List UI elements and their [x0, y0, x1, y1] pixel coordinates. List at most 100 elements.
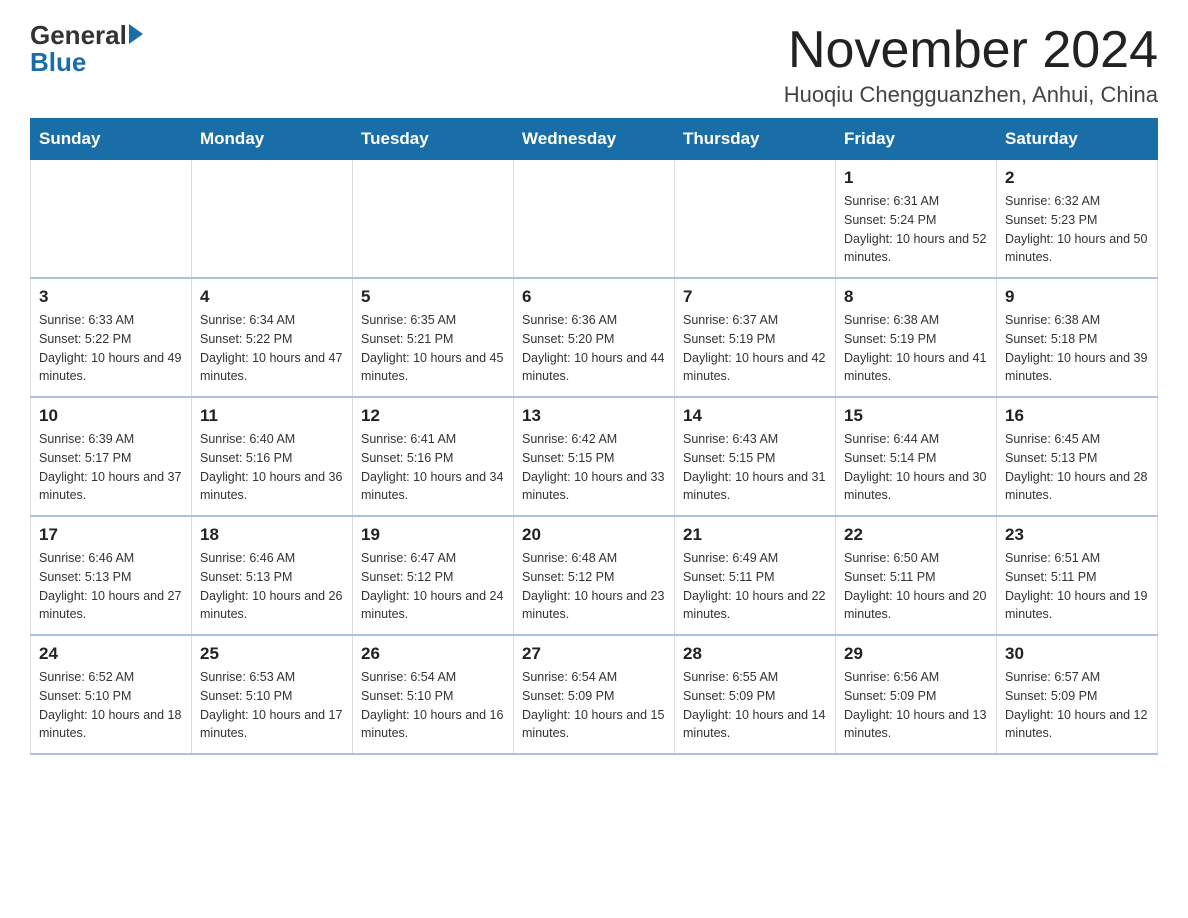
day-number: 23	[1005, 525, 1149, 545]
calendar-week-4: 17 Sunrise: 6:46 AMSunset: 5:13 PMDayligh…	[31, 516, 1158, 635]
day-number: 30	[1005, 644, 1149, 664]
day-number: 25	[200, 644, 344, 664]
day-number: 26	[361, 644, 505, 664]
day-info: Sunrise: 6:42 AMSunset: 5:15 PMDaylight:…	[522, 430, 666, 505]
day-info: Sunrise: 6:56 AMSunset: 5:09 PMDaylight:…	[844, 668, 988, 743]
day-number: 2	[1005, 168, 1149, 188]
day-info: Sunrise: 6:55 AMSunset: 5:09 PMDaylight:…	[683, 668, 827, 743]
day-info: Sunrise: 6:35 AMSunset: 5:21 PMDaylight:…	[361, 311, 505, 386]
day-number: 11	[200, 406, 344, 426]
header-monday: Monday	[192, 119, 353, 160]
day-info: Sunrise: 6:57 AMSunset: 5:09 PMDaylight:…	[1005, 668, 1149, 743]
logo-blue-text: Blue	[30, 47, 143, 78]
day-number: 15	[844, 406, 988, 426]
day-info: Sunrise: 6:33 AMSunset: 5:22 PMDaylight:…	[39, 311, 183, 386]
calendar-cell: 20 Sunrise: 6:48 AMSunset: 5:12 PMDayligh…	[514, 516, 675, 635]
day-info: Sunrise: 6:36 AMSunset: 5:20 PMDaylight:…	[522, 311, 666, 386]
logo-arrow-icon	[129, 24, 143, 44]
title-block: November 2024 Huoqiu Chengguanzhen, Anhu…	[784, 20, 1158, 108]
day-number: 20	[522, 525, 666, 545]
calendar-cell: 29 Sunrise: 6:56 AMSunset: 5:09 PMDayligh…	[836, 635, 997, 754]
calendar-cell: 9 Sunrise: 6:38 AMSunset: 5:18 PMDaylight…	[997, 278, 1158, 397]
calendar-week-2: 3 Sunrise: 6:33 AMSunset: 5:22 PMDaylight…	[31, 278, 1158, 397]
day-info: Sunrise: 6:38 AMSunset: 5:18 PMDaylight:…	[1005, 311, 1149, 386]
calendar-cell	[675, 160, 836, 279]
day-number: 9	[1005, 287, 1149, 307]
day-number: 4	[200, 287, 344, 307]
calendar-cell: 2 Sunrise: 6:32 AMSunset: 5:23 PMDaylight…	[997, 160, 1158, 279]
calendar-cell: 8 Sunrise: 6:38 AMSunset: 5:19 PMDaylight…	[836, 278, 997, 397]
day-info: Sunrise: 6:54 AMSunset: 5:10 PMDaylight:…	[361, 668, 505, 743]
header-tuesday: Tuesday	[353, 119, 514, 160]
day-number: 8	[844, 287, 988, 307]
calendar-week-1: 1Sunrise: 6:31 AMSunset: 5:24 PMDaylight…	[31, 160, 1158, 279]
day-number: 21	[683, 525, 827, 545]
day-number: 16	[1005, 406, 1149, 426]
calendar-cell	[514, 160, 675, 279]
day-info: Sunrise: 6:43 AMSunset: 5:15 PMDaylight:…	[683, 430, 827, 505]
day-number: 24	[39, 644, 183, 664]
day-info: Sunrise: 6:48 AMSunset: 5:12 PMDaylight:…	[522, 549, 666, 624]
location-title: Huoqiu Chengguanzhen, Anhui, China	[784, 82, 1158, 108]
calendar-cell: 21 Sunrise: 6:49 AMSunset: 5:11 PMDayligh…	[675, 516, 836, 635]
header-sunday: Sunday	[31, 119, 192, 160]
day-info: Sunrise: 6:32 AMSunset: 5:23 PMDaylight:…	[1005, 192, 1149, 267]
day-number: 19	[361, 525, 505, 545]
day-info: Sunrise: 6:47 AMSunset: 5:12 PMDaylight:…	[361, 549, 505, 624]
day-number: 7	[683, 287, 827, 307]
day-info: Sunrise: 6:50 AMSunset: 5:11 PMDaylight:…	[844, 549, 988, 624]
day-info: Sunrise: 6:37 AMSunset: 5:19 PMDaylight:…	[683, 311, 827, 386]
day-number: 3	[39, 287, 183, 307]
day-info: Sunrise: 6:51 AMSunset: 5:11 PMDaylight:…	[1005, 549, 1149, 624]
header-thursday: Thursday	[675, 119, 836, 160]
calendar-cell: 12 Sunrise: 6:41 AMSunset: 5:16 PMDayligh…	[353, 397, 514, 516]
calendar-cell: 30 Sunrise: 6:57 AMSunset: 5:09 PMDayligh…	[997, 635, 1158, 754]
calendar-cell: 11 Sunrise: 6:40 AMSunset: 5:16 PMDayligh…	[192, 397, 353, 516]
calendar-cell	[31, 160, 192, 279]
calendar-cell: 23 Sunrise: 6:51 AMSunset: 5:11 PMDayligh…	[997, 516, 1158, 635]
day-info: Sunrise: 6:46 AMSunset: 5:13 PMDaylight:…	[200, 549, 344, 624]
calendar-cell: 26 Sunrise: 6:54 AMSunset: 5:10 PMDayligh…	[353, 635, 514, 754]
header-saturday: Saturday	[997, 119, 1158, 160]
calendar-cell: 28Sunrise: 6:55 AMSunset: 5:09 PMDayligh…	[675, 635, 836, 754]
day-info: Sunrise: 6:41 AMSunset: 5:16 PMDaylight:…	[361, 430, 505, 505]
calendar-cell: 27 Sunrise: 6:54 AMSunset: 5:09 PMDayligh…	[514, 635, 675, 754]
calendar-cell: 16 Sunrise: 6:45 AMSunset: 5:13 PMDayligh…	[997, 397, 1158, 516]
calendar-cell: 17Sunrise: 6:46 AMSunset: 5:13 PMDayligh…	[31, 516, 192, 635]
calendar-cell: 1Sunrise: 6:31 AMSunset: 5:24 PMDaylight…	[836, 160, 997, 279]
day-info: Sunrise: 6:31 AMSunset: 5:24 PMDaylight:…	[844, 192, 988, 267]
day-number: 27	[522, 644, 666, 664]
calendar-cell: 6 Sunrise: 6:36 AMSunset: 5:20 PMDaylight…	[514, 278, 675, 397]
calendar-cell: 24Sunrise: 6:52 AMSunset: 5:10 PMDayligh…	[31, 635, 192, 754]
calendar-cell: 19 Sunrise: 6:47 AMSunset: 5:12 PMDayligh…	[353, 516, 514, 635]
day-info: Sunrise: 6:40 AMSunset: 5:16 PMDaylight:…	[200, 430, 344, 505]
day-number: 22	[844, 525, 988, 545]
day-info: Sunrise: 6:54 AMSunset: 5:09 PMDaylight:…	[522, 668, 666, 743]
day-number: 12	[361, 406, 505, 426]
calendar-cell: 14 Sunrise: 6:43 AMSunset: 5:15 PMDayligh…	[675, 397, 836, 516]
calendar-cell: 7 Sunrise: 6:37 AMSunset: 5:19 PMDaylight…	[675, 278, 836, 397]
day-number: 10	[39, 406, 183, 426]
calendar-cell: 25 Sunrise: 6:53 AMSunset: 5:10 PMDayligh…	[192, 635, 353, 754]
calendar-week-5: 24Sunrise: 6:52 AMSunset: 5:10 PMDayligh…	[31, 635, 1158, 754]
header-friday: Friday	[836, 119, 997, 160]
day-number: 13	[522, 406, 666, 426]
calendar-cell: 5 Sunrise: 6:35 AMSunset: 5:21 PMDaylight…	[353, 278, 514, 397]
calendar-table: SundayMondayTuesdayWednesdayThursdayFrid…	[30, 118, 1158, 755]
day-number: 14	[683, 406, 827, 426]
day-info: Sunrise: 6:53 AMSunset: 5:10 PMDaylight:…	[200, 668, 344, 743]
day-number: 5	[361, 287, 505, 307]
day-info: Sunrise: 6:49 AMSunset: 5:11 PMDaylight:…	[683, 549, 827, 624]
calendar-cell: 15Sunrise: 6:44 AMSunset: 5:14 PMDayligh…	[836, 397, 997, 516]
calendar-header-row: SundayMondayTuesdayWednesdayThursdayFrid…	[31, 119, 1158, 160]
day-number: 6	[522, 287, 666, 307]
calendar-week-3: 10 Sunrise: 6:39 AMSunset: 5:17 PMDayligh…	[31, 397, 1158, 516]
day-number: 17	[39, 525, 183, 545]
day-info: Sunrise: 6:45 AMSunset: 5:13 PMDaylight:…	[1005, 430, 1149, 505]
day-number: 29	[844, 644, 988, 664]
page-header: General Blue November 2024 Huoqiu Chengg…	[30, 20, 1158, 108]
day-info: Sunrise: 6:38 AMSunset: 5:19 PMDaylight:…	[844, 311, 988, 386]
day-info: Sunrise: 6:39 AMSunset: 5:17 PMDaylight:…	[39, 430, 183, 505]
calendar-cell	[192, 160, 353, 279]
calendar-cell: 3 Sunrise: 6:33 AMSunset: 5:22 PMDaylight…	[31, 278, 192, 397]
